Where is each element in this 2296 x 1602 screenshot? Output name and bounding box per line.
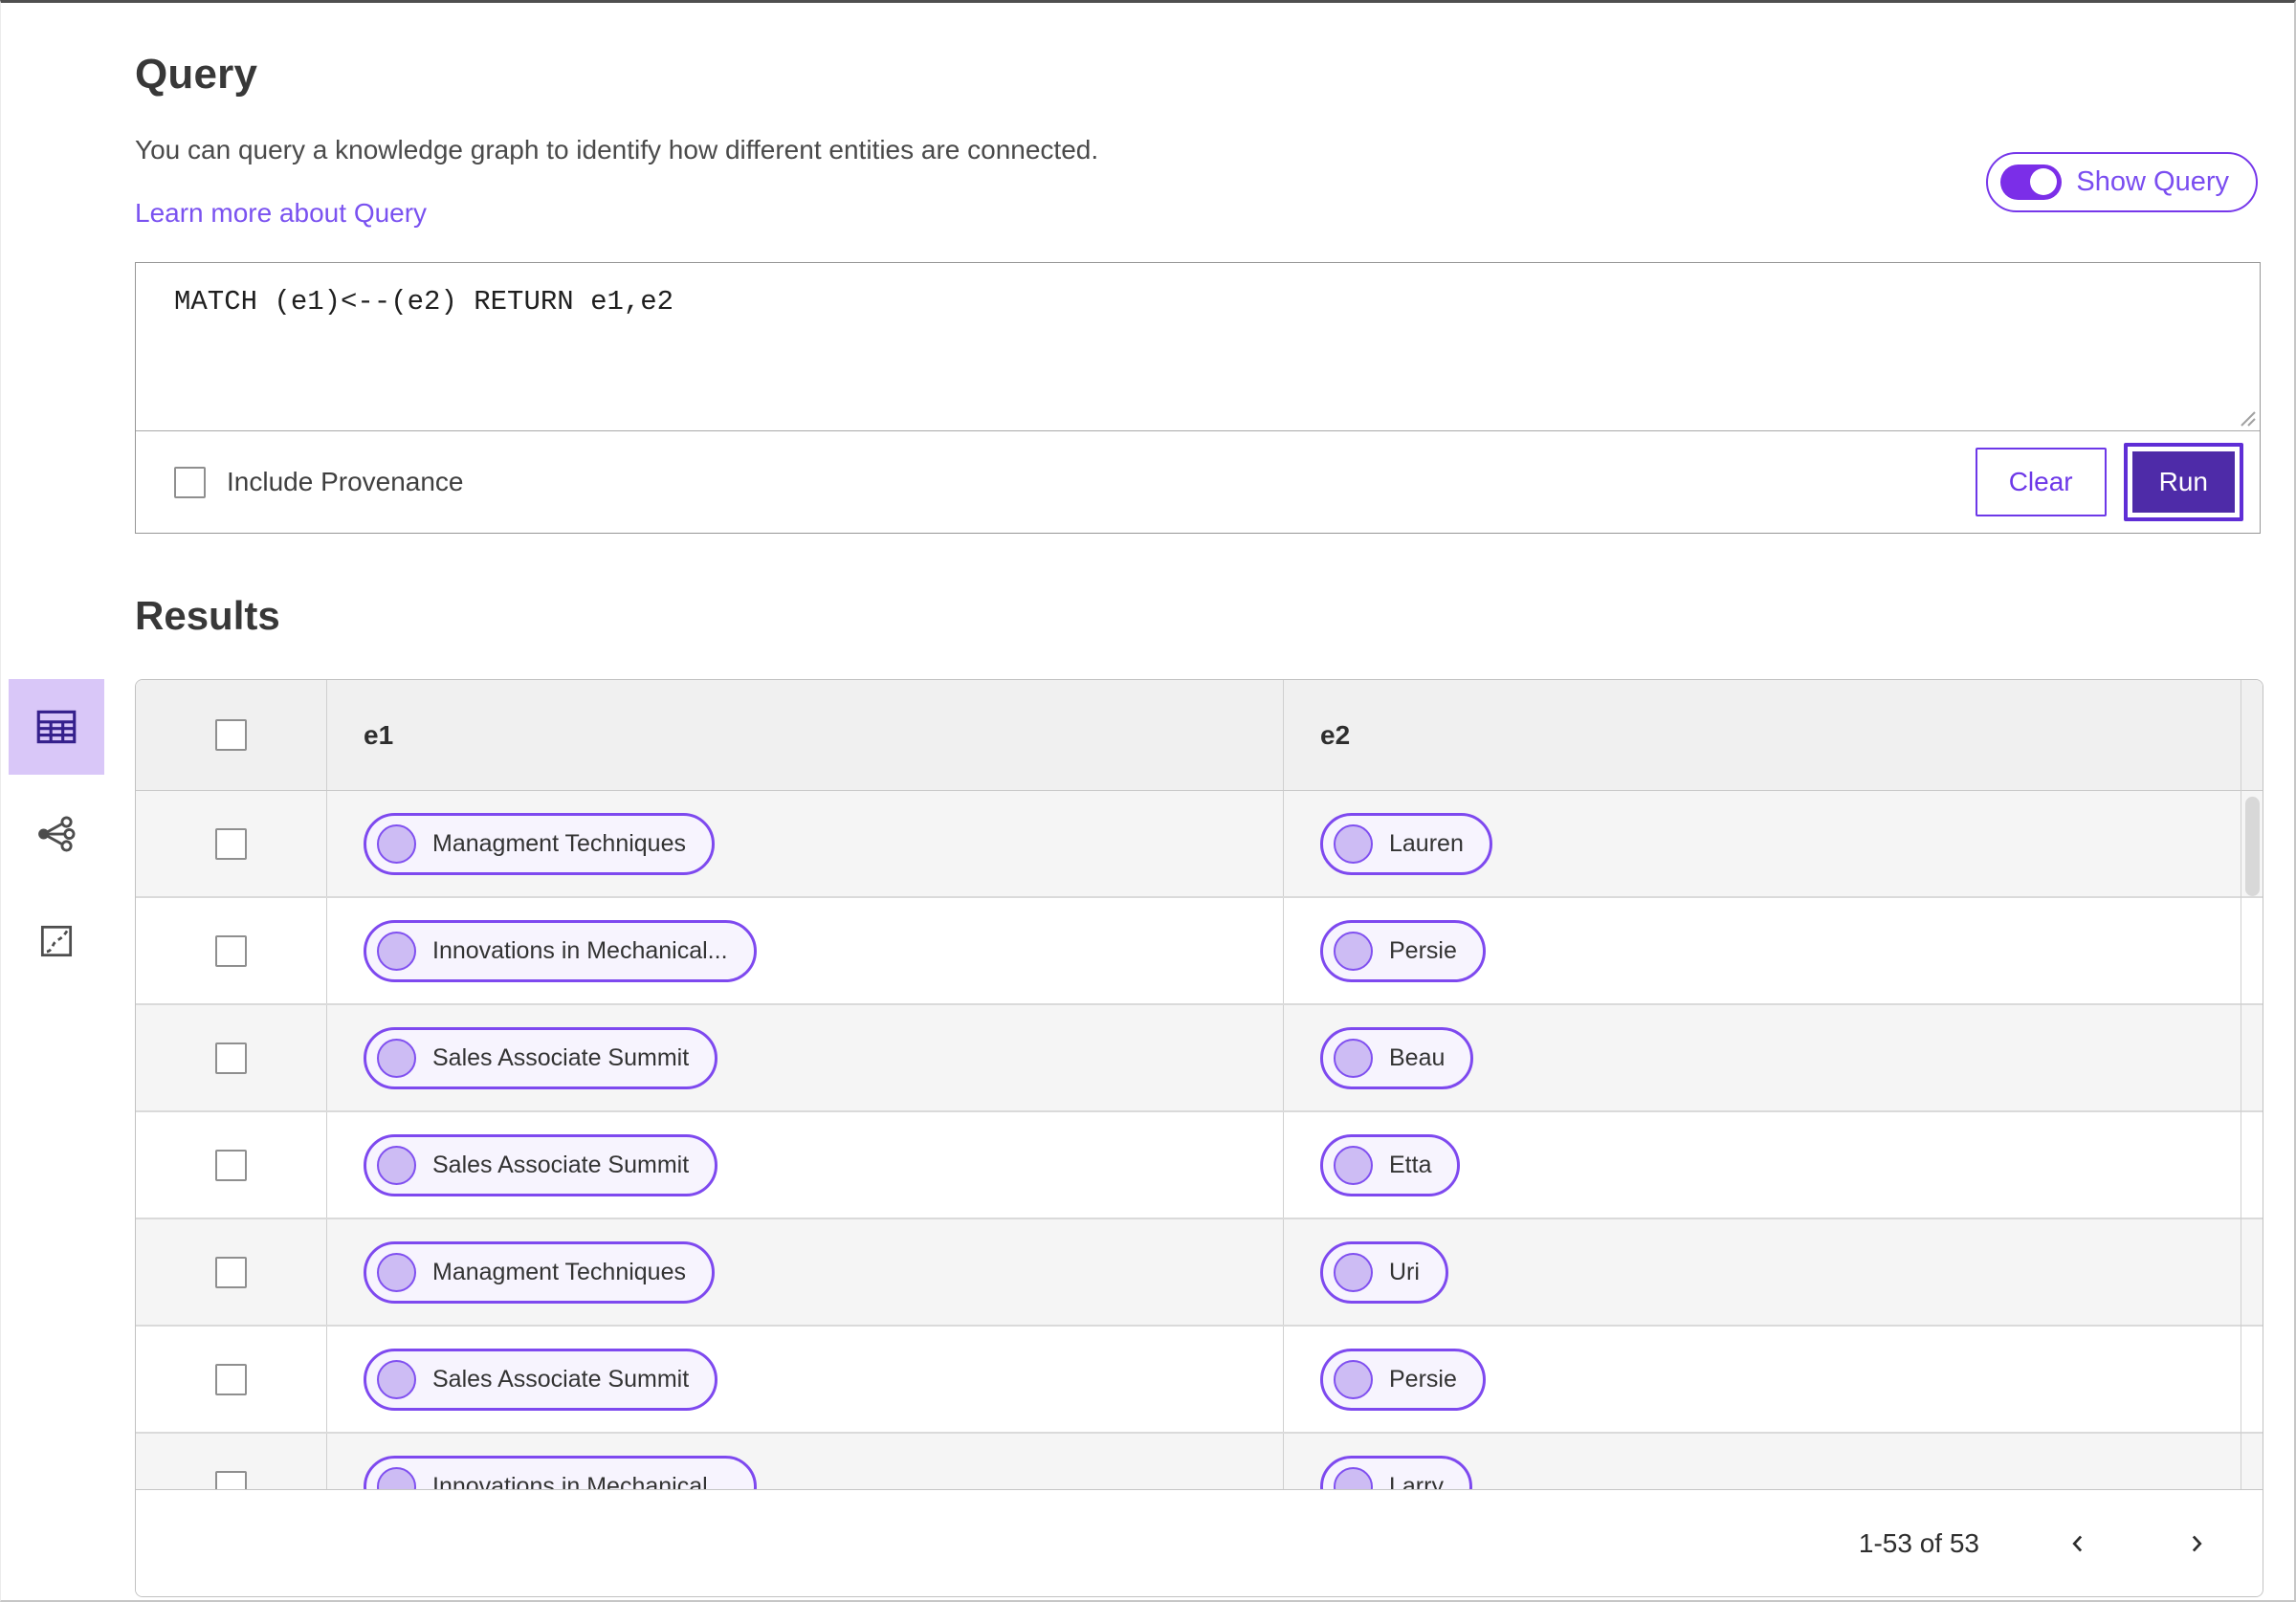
include-provenance-option[interactable]: Include Provenance (174, 466, 464, 498)
column-header-e2: e2 (1320, 719, 1351, 750)
table-row: Innovations in Mechanical... Larry (136, 1434, 2263, 1489)
pagination-range: 1-53 of 53 (1858, 1527, 1979, 1558)
entity-chip[interactable]: Sales Associate Summit (364, 1133, 718, 1196)
clear-button[interactable]: Clear (1975, 448, 2107, 516)
table-row: Innovations in Mechanical... Persie (136, 898, 2263, 1005)
resize-handle-icon[interactable] (2236, 406, 2257, 428)
row-checkbox[interactable] (215, 1042, 247, 1074)
table-row: Managment Techniques Uri (136, 1219, 2263, 1327)
map-view-button[interactable] (9, 893, 104, 989)
entity-chip[interactable]: Managment Techniques (364, 1240, 715, 1304)
row-checkbox[interactable] (215, 827, 247, 860)
toggle-knob (2030, 168, 2058, 195)
table-row: Managment Techniques Lauren (136, 791, 2263, 898)
entity-chip[interactable]: Lauren (1320, 812, 1492, 875)
results-panel: e1 e2 Managment Techniques Lauren Innova… (135, 679, 2263, 1597)
scrollbar-thumb[interactable] (2244, 797, 2260, 896)
query-description: You can query a knowledge graph to ident… (135, 135, 1099, 165)
app-window: Query You can query a knowledge graph to… (0, 0, 2296, 1602)
table-row: Sales Associate Summit Etta (136, 1112, 2263, 1219)
entity-chip[interactable]: Beau (1320, 1026, 1474, 1089)
row-checkbox[interactable] (215, 1363, 247, 1395)
show-query-label: Show Query (2076, 165, 2229, 197)
table-header-row: e1 e2 (136, 680, 2263, 791)
entity-node-icon (1334, 1145, 1373, 1185)
row-checkbox[interactable] (215, 1256, 247, 1288)
entity-chip[interactable]: Larry (1320, 1455, 1472, 1489)
learn-more-link[interactable]: Learn more about Query (135, 198, 427, 229)
graph-view-icon (38, 816, 76, 852)
row-checkbox[interactable] (215, 1149, 247, 1181)
query-footer: Include Provenance Clear Run (136, 431, 2260, 533)
entity-node-icon (377, 823, 416, 864)
table-view-button[interactable] (9, 679, 104, 775)
view-switcher (9, 679, 104, 989)
entity-chip[interactable]: Persie (1320, 1348, 1486, 1411)
select-all-checkbox[interactable] (215, 719, 247, 751)
entity-node-icon (1334, 1359, 1373, 1399)
include-provenance-label: Include Provenance (227, 467, 464, 496)
entity-node-icon (377, 1145, 416, 1185)
entity-chip[interactable]: Etta (1320, 1133, 1461, 1196)
main-content: Query You can query a knowledge graph to… (1, 3, 2294, 1597)
entity-chip[interactable]: Managment Techniques (364, 812, 715, 875)
entity-node-icon (1334, 823, 1373, 864)
graph-view-button[interactable] (9, 786, 104, 882)
toggle-switch[interactable] (2000, 164, 2063, 200)
table-row: Sales Associate Summit Persie (136, 1327, 2263, 1434)
entity-node-icon (1334, 1038, 1373, 1078)
entity-node-icon (377, 1252, 416, 1292)
pagination-bar: 1-53 of 53 (136, 1489, 2263, 1596)
entity-node-icon (1334, 931, 1373, 971)
entity-chip[interactable]: Uri (1320, 1240, 1448, 1304)
table-view-icon (36, 710, 77, 744)
results-area: e1 e2 Managment Techniques Lauren Innova… (9, 679, 2263, 1597)
chevron-right-icon (2192, 1535, 2202, 1551)
row-checkbox[interactable] (215, 1470, 247, 1489)
query-text: MATCH (e1)<--(e2) RETURN e1,e2 (174, 286, 674, 318)
table-row: Sales Associate Summit Beau (136, 1005, 2263, 1112)
entity-node-icon (377, 1038, 416, 1078)
chevron-left-icon (2072, 1535, 2083, 1551)
query-input[interactable]: MATCH (e1)<--(e2) RETURN e1,e2 (136, 263, 2260, 431)
row-checkbox[interactable] (215, 934, 247, 967)
entity-chip[interactable]: Innovations in Mechanical... (364, 919, 757, 982)
entity-node-icon (1334, 1252, 1373, 1292)
previous-page-button[interactable] (2058, 1524, 2098, 1564)
query-panel: MATCH (e1)<--(e2) RETURN e1,e2 Include P… (135, 262, 2261, 534)
show-query-toggle[interactable]: Show Query (1986, 151, 2258, 212)
entity-node-icon (377, 1359, 416, 1399)
entity-chip[interactable]: Innovations in Mechanical... (364, 1455, 757, 1489)
entity-chip[interactable]: Sales Associate Summit (364, 1026, 718, 1089)
include-provenance-checkbox[interactable] (174, 466, 206, 498)
query-actions: Clear Run (1975, 443, 2243, 521)
run-button[interactable]: Run (2123, 443, 2243, 521)
results-title: Results (135, 593, 280, 638)
entity-node-icon (1334, 1466, 1373, 1489)
entity-chip[interactable]: Persie (1320, 919, 1486, 982)
column-header-e1: e1 (327, 680, 1284, 790)
next-page-button[interactable] (2176, 1524, 2217, 1564)
header-checkbox-cell (136, 680, 327, 790)
entity-node-icon (377, 931, 416, 971)
map-view-icon (40, 925, 73, 957)
query-intro-row: You can query a knowledge graph to ident… (135, 135, 2261, 229)
page-title: Query (135, 51, 258, 98)
query-intro-text: You can query a knowledge graph to ident… (135, 135, 1098, 229)
entity-chip[interactable]: Sales Associate Summit (364, 1348, 718, 1411)
entity-node-icon (377, 1466, 416, 1489)
results-scroll-area: e1 e2 Managment Techniques Lauren Innova… (136, 680, 2263, 1489)
